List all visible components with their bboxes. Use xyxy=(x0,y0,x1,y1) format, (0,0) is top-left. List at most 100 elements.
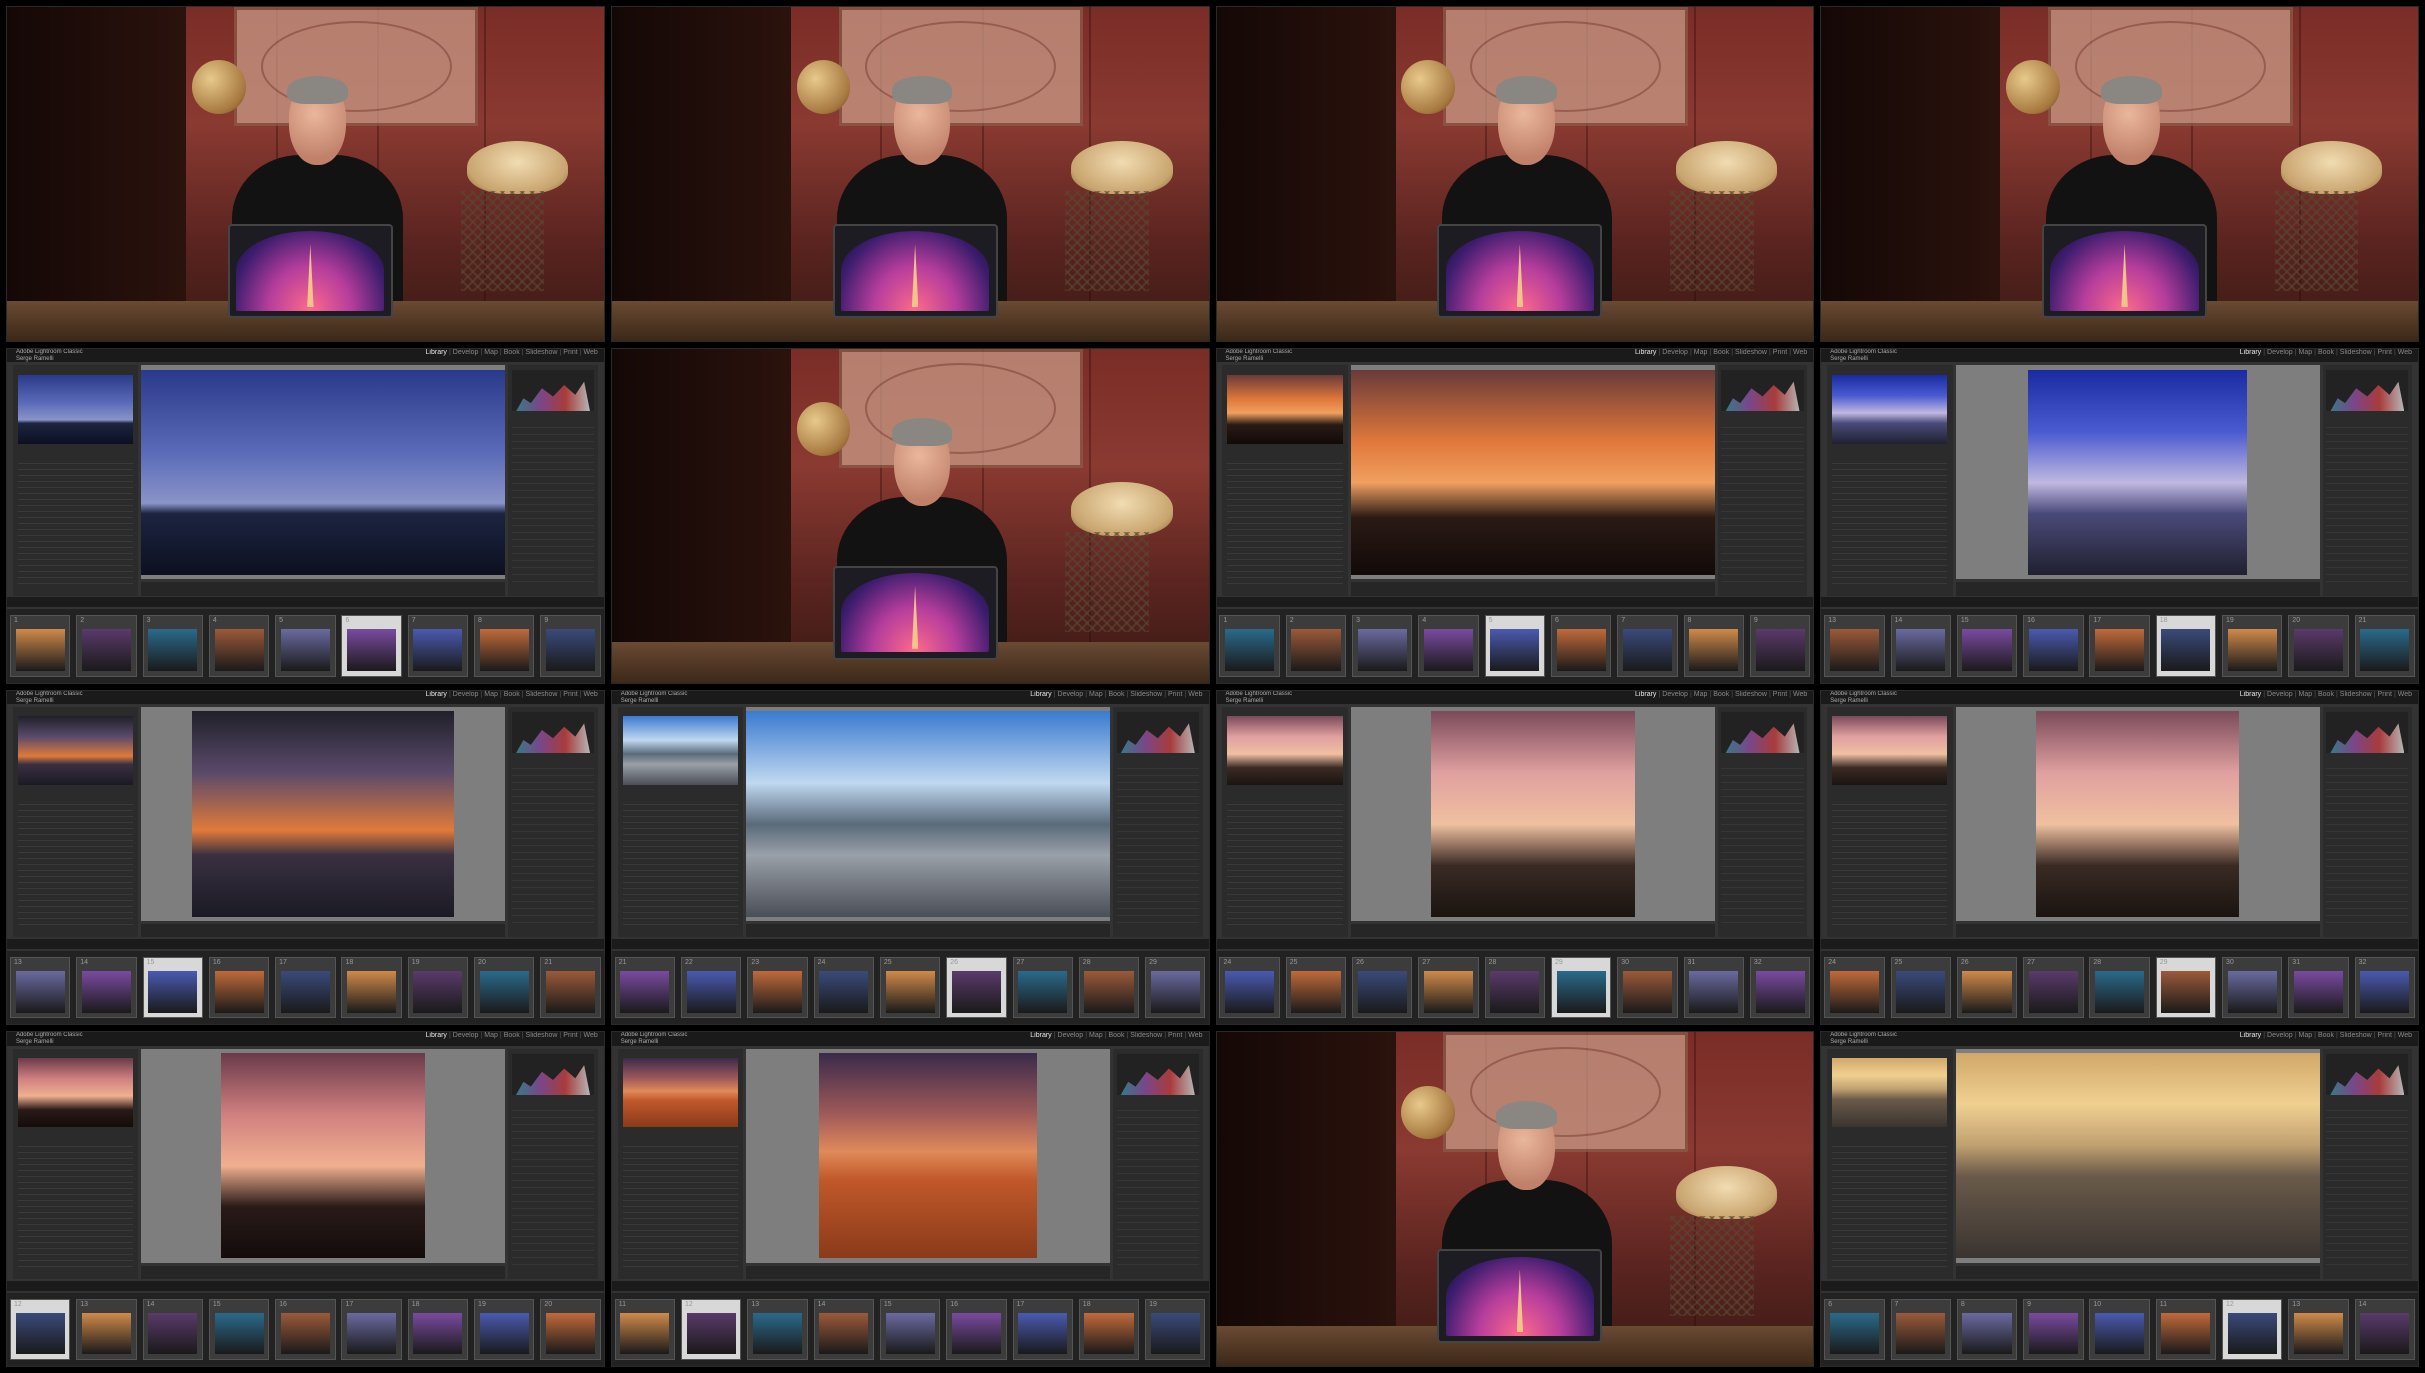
filmstrip-thumbnail[interactable]: 19 xyxy=(1145,1298,1206,1361)
filmstrip[interactable]: 24 25 26 27 28 29 30 31 32 xyxy=(1216,950,1814,1025)
filmstrip[interactable]: 12 13 14 15 16 17 18 19 20 xyxy=(7,1292,604,1366)
quick-develop-panel[interactable] xyxy=(1116,762,1199,929)
filmstrip-bar[interactable] xyxy=(1216,939,1814,950)
filmstrip-thumbnail[interactable]: 15 xyxy=(142,956,203,1019)
filmstrip-thumbnail[interactable]: 14 xyxy=(1890,615,1951,677)
filmstrip-thumbnail[interactable]: 23 xyxy=(747,956,808,1019)
filmstrip-thumbnail[interactable]: 7 xyxy=(1890,1298,1951,1361)
module-develop[interactable]: Develop xyxy=(453,691,479,698)
module-web[interactable]: Web xyxy=(584,349,598,356)
filmstrip-thumbnail[interactable]: 29 xyxy=(1145,956,1206,1019)
quick-develop-panel[interactable] xyxy=(511,420,595,587)
module-slideshow[interactable]: Slideshow xyxy=(526,691,558,698)
library-toolbar[interactable] xyxy=(1955,924,2320,938)
module-book[interactable]: Book xyxy=(2318,1032,2334,1039)
filmstrip-thumbnail[interactable]: 15 xyxy=(1956,615,2018,677)
module-map[interactable]: Map xyxy=(1694,691,1708,698)
filmstrip-bar[interactable] xyxy=(1821,939,2418,950)
module-slideshow[interactable]: Slideshow xyxy=(2340,349,2372,356)
filmstrip-thumbnail[interactable]: 19 xyxy=(407,956,469,1019)
module-web[interactable]: Web xyxy=(2398,1032,2412,1039)
module-map[interactable]: Map xyxy=(1089,691,1103,698)
module-map[interactable]: Map xyxy=(2299,1032,2313,1039)
module-print[interactable]: Print xyxy=(1168,691,1182,698)
filmstrip[interactable]: 1 2 3 4 5 6 7 8 9 xyxy=(7,609,604,683)
module-web[interactable]: Web xyxy=(1793,691,1807,698)
folders-tree[interactable] xyxy=(1832,799,1948,929)
library-toolbar[interactable] xyxy=(141,1265,506,1280)
filmstrip-thumbnail[interactable]: 26 xyxy=(946,956,1007,1019)
module-book[interactable]: Book xyxy=(1108,1032,1124,1039)
library-toolbar[interactable] xyxy=(1955,1265,2320,1280)
library-toolbar[interactable] xyxy=(1955,582,2320,596)
module-web[interactable]: Web xyxy=(2398,349,2412,356)
filmstrip-thumbnail[interactable]: 16 xyxy=(208,956,270,1019)
filmstrip-thumbnail[interactable]: 4 xyxy=(208,615,270,677)
filmstrip-thumbnail[interactable]: 18 xyxy=(407,1298,469,1361)
module-print[interactable]: Print xyxy=(563,691,577,698)
module-develop[interactable]: Develop xyxy=(2267,1032,2293,1039)
filmstrip-thumbnail[interactable]: 20 xyxy=(540,1298,601,1361)
module-develop[interactable]: Develop xyxy=(2267,349,2293,356)
module-map[interactable]: Map xyxy=(1694,349,1708,356)
filmstrip-thumbnail[interactable]: 14 xyxy=(813,1298,874,1361)
module-print[interactable]: Print xyxy=(1773,349,1787,356)
filmstrip-bar[interactable] xyxy=(1216,597,1814,608)
filmstrip-thumbnail[interactable]: 24 xyxy=(1219,956,1280,1019)
folders-tree[interactable] xyxy=(1832,457,1948,587)
filmstrip-thumbnail[interactable]: 28 xyxy=(1484,956,1546,1019)
module-library[interactable]: Library xyxy=(426,691,447,698)
module-map[interactable]: Map xyxy=(2299,691,2313,698)
module-map[interactable]: Map xyxy=(484,349,498,356)
module-develop[interactable]: Develop xyxy=(1058,691,1084,698)
filmstrip-thumbnail[interactable]: 29 xyxy=(1550,956,1612,1019)
filmstrip-thumbnail[interactable]: 21 xyxy=(540,956,601,1019)
module-library[interactable]: Library xyxy=(1030,691,1051,698)
library-toolbar[interactable] xyxy=(141,582,506,596)
folders-tree[interactable] xyxy=(1227,457,1343,587)
filmstrip-thumbnail[interactable]: 6 xyxy=(341,615,402,677)
filmstrip-thumbnail[interactable]: 25 xyxy=(1890,956,1951,1019)
folders-tree[interactable] xyxy=(17,799,134,929)
module-library[interactable]: Library xyxy=(2240,691,2261,698)
quick-develop-panel[interactable] xyxy=(511,1104,595,1270)
filmstrip-thumbnail[interactable]: 9 xyxy=(540,615,601,677)
module-book[interactable]: Book xyxy=(504,691,520,698)
filmstrip-thumbnail[interactable]: 32 xyxy=(1749,956,1811,1019)
quick-develop-panel[interactable] xyxy=(1116,1104,1199,1270)
filmstrip-thumbnail[interactable]: 12 xyxy=(2222,1298,2283,1361)
filmstrip-thumbnail[interactable]: 27 xyxy=(1012,956,1073,1019)
filmstrip-thumbnail[interactable]: 21 xyxy=(2354,615,2415,677)
filmstrip-thumbnail[interactable]: 13 xyxy=(9,956,71,1019)
module-print[interactable]: Print xyxy=(2378,691,2392,698)
module-map[interactable]: Map xyxy=(2299,349,2313,356)
filmstrip-thumbnail[interactable]: 27 xyxy=(1418,956,1479,1019)
folders-tree[interactable] xyxy=(17,1141,134,1270)
filmstrip-thumbnail[interactable]: 12 xyxy=(9,1298,71,1361)
filmstrip-thumbnail[interactable]: 5 xyxy=(275,615,336,677)
quick-develop-panel[interactable] xyxy=(511,762,595,929)
module-slideshow[interactable]: Slideshow xyxy=(2340,1032,2372,1039)
quick-develop-panel[interactable] xyxy=(2326,1104,2409,1270)
module-slideshow[interactable]: Slideshow xyxy=(1130,691,1162,698)
filmstrip-thumbnail[interactable]: 2 xyxy=(76,615,137,677)
module-map[interactable]: Map xyxy=(484,1032,498,1039)
filmstrip-thumbnail[interactable]: 28 xyxy=(1078,956,1140,1019)
filmstrip-thumbnail[interactable]: 16 xyxy=(2023,615,2084,677)
filmstrip-thumbnail[interactable]: 31 xyxy=(2288,956,2349,1019)
module-slideshow[interactable]: Slideshow xyxy=(526,1032,558,1039)
folders-tree[interactable] xyxy=(622,1141,738,1270)
module-slideshow[interactable]: Slideshow xyxy=(1735,349,1767,356)
module-print[interactable]: Print xyxy=(563,349,577,356)
filmstrip-thumbnail[interactable]: 26 xyxy=(1956,956,2018,1019)
module-develop[interactable]: Develop xyxy=(2267,691,2293,698)
filmstrip-thumbnail[interactable]: 28 xyxy=(2089,956,2150,1019)
filmstrip-thumbnail[interactable]: 6 xyxy=(1824,1298,1885,1361)
filmstrip-thumbnail[interactable]: 20 xyxy=(2288,615,2349,677)
module-library[interactable]: Library xyxy=(2240,349,2261,356)
filmstrip-thumbnail[interactable]: 1 xyxy=(9,615,71,677)
module-map[interactable]: Map xyxy=(1089,1032,1103,1039)
filmstrip[interactable]: 11 12 13 14 15 16 17 18 19 xyxy=(611,1292,1209,1366)
filmstrip-thumbnail[interactable]: 8 xyxy=(474,615,535,677)
filmstrip-thumbnail[interactable]: 27 xyxy=(2023,956,2084,1019)
